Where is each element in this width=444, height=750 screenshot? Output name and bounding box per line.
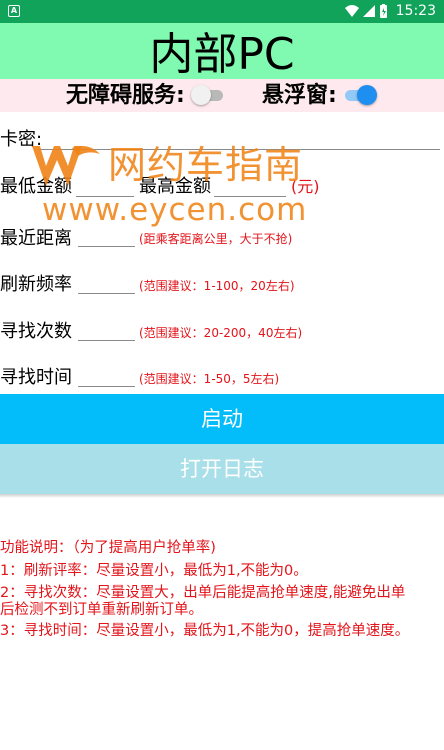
distance-label: 最近距离: [0, 228, 72, 249]
toggle-thumb: [357, 85, 377, 105]
open-log-button[interactable]: 打开日志: [0, 444, 444, 494]
min-amount-label: 最低金额: [0, 176, 72, 197]
search-count-hint: (范围建议：20-200，40左右): [139, 326, 303, 340]
page-title: 内部PC: [149, 29, 295, 80]
title-bar: 内部PC: [0, 23, 444, 80]
search-time-input[interactable]: [78, 386, 135, 387]
clock: 15:23: [395, 3, 436, 19]
min-amount-input[interactable]: [76, 196, 134, 197]
toggle-thumb: [191, 85, 211, 105]
search-time-label: 寻找时间: [0, 367, 72, 388]
floating-window-toggle[interactable]: [343, 85, 377, 105]
accessibility-service-label: 无障碍服务:: [66, 83, 185, 108]
description-line-2a: 2：寻找次数：尽量设置大，出单后能提高抢单速度,能避免出单: [0, 585, 406, 601]
refresh-frequency-hint: (范围建议：1-100，20左右): [139, 279, 295, 293]
amount-unit-label: (元): [291, 177, 320, 196]
wifi-icon: [345, 5, 359, 17]
distance-input[interactable]: [78, 246, 135, 247]
signal-icon: [363, 5, 375, 17]
search-time-hint: (范围建议：1-50，5左右): [139, 372, 280, 386]
description-title: 功能说明：（为了提高用户抢单率): [0, 540, 216, 556]
status-bar: A 15:23: [0, 0, 444, 23]
max-amount-input[interactable]: [214, 196, 286, 197]
button-shadow: [0, 494, 444, 498]
battery-icon: [380, 4, 387, 18]
description-line-3: 3：寻找时间：尽量设置小，最低为1,不能为0，提高抢单速度。: [0, 623, 410, 639]
card-key-input[interactable]: [38, 149, 440, 150]
card-key-label: 卡密:: [0, 129, 43, 150]
notification-app-icon: A: [8, 5, 20, 17]
description-line-1: 1：刷新评率：尽量设置小，最低为1,不能为0。: [0, 563, 308, 579]
switch-row: 无障碍服务: 悬浮窗:: [0, 79, 444, 112]
distance-hint: (距乘客距离公里，大于不抢): [139, 232, 293, 246]
start-button[interactable]: 启动: [0, 394, 444, 444]
refresh-frequency-label: 刷新频率: [0, 274, 72, 295]
accessibility-service-toggle[interactable]: [191, 85, 225, 105]
search-count-input[interactable]: [78, 340, 135, 341]
description-line-2b: 后检测不到订单重新刷新订单。: [0, 602, 203, 618]
search-count-label: 寻找次数: [0, 321, 72, 342]
max-amount-label: 最高金额: [139, 176, 211, 197]
floating-window-label: 悬浮窗:: [262, 83, 337, 108]
refresh-frequency-input[interactable]: [78, 293, 135, 294]
